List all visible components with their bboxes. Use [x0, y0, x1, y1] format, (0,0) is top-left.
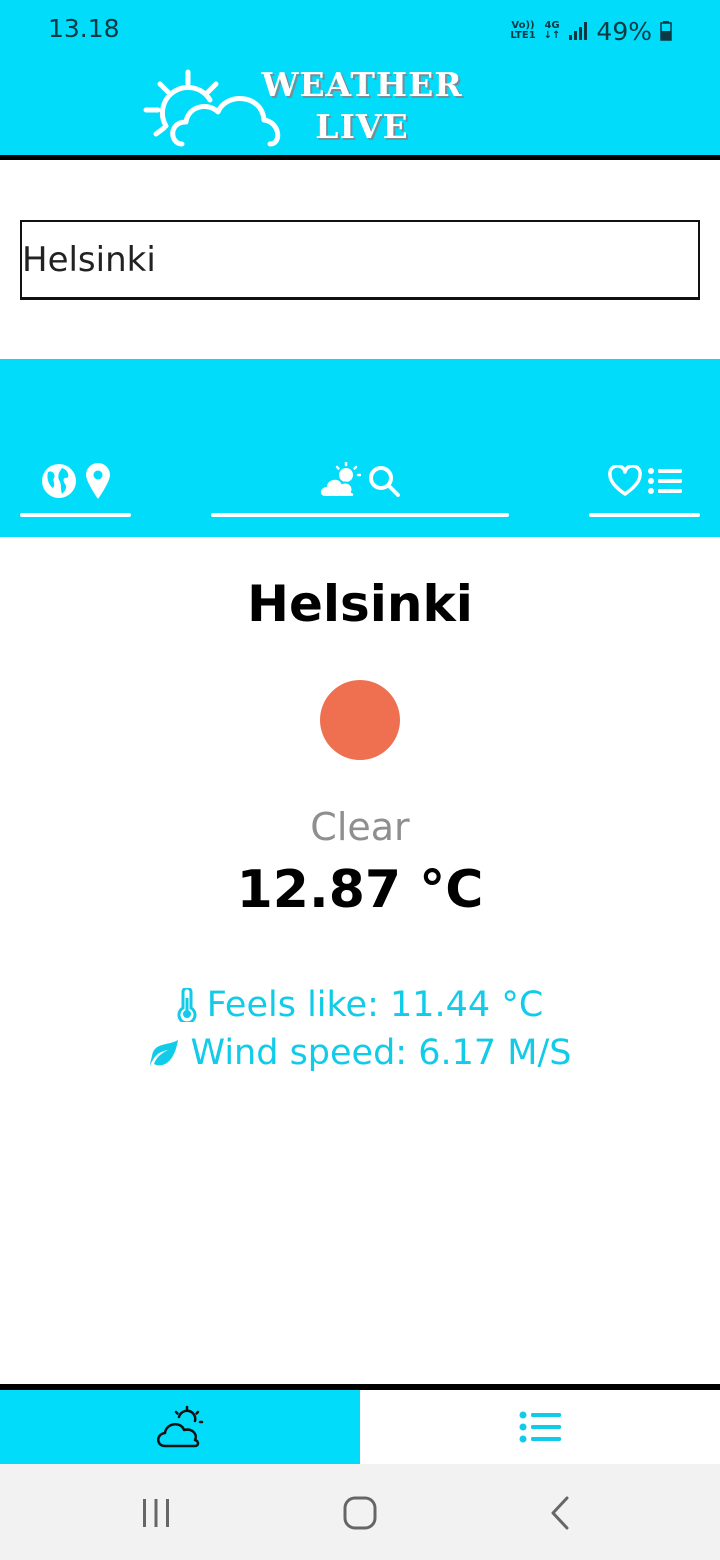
status-icons: Vo)) LTE1 4G ↓↑ 49% [510, 14, 672, 48]
feels-like-text: Feels like: 11.44 °C [206, 985, 544, 1025]
signal-icon [569, 22, 588, 40]
feels-like-row: Feels like: 11.44 °C [0, 985, 720, 1025]
cloud-sun-icon [319, 462, 361, 498]
back-button[interactable] [530, 1490, 590, 1536]
map-pin-icon [85, 463, 110, 499]
globe-icon [41, 464, 76, 498]
weather-condition-icon [320, 680, 400, 760]
wind-speed-row: Wind speed: 6.17 M/S [0, 1033, 720, 1073]
search-icon [369, 466, 400, 497]
heart-icon [607, 465, 642, 496]
tab-favorites[interactable] [589, 445, 700, 517]
weather-condition: Clear [310, 805, 410, 849]
app-logo-text: WEATHER LIVE [261, 65, 463, 146]
header-divider [0, 155, 720, 160]
tab-indicator [589, 513, 700, 517]
wind-speed-text: Wind speed: 6.17 M/S [190, 1033, 572, 1073]
list-icon [647, 468, 682, 494]
recents-icon [143, 1499, 169, 1527]
4g-icon: 4G ↓↑ [543, 20, 561, 41]
city-name: Helsinki [247, 575, 473, 633]
nav-list-button[interactable] [360, 1390, 720, 1464]
nav-weather-button[interactable] [0, 1390, 360, 1464]
home-button[interactable] [330, 1490, 390, 1536]
tab-indicator [211, 513, 509, 517]
list-icon [519, 1411, 561, 1443]
leaf-icon [150, 1040, 179, 1066]
tab-search[interactable] [211, 445, 509, 517]
battery-percent: 49% [596, 16, 652, 46]
tab-location[interactable] [20, 445, 131, 517]
battery-icon [660, 21, 672, 41]
home-icon [343, 1496, 377, 1530]
thermometer-icon [177, 988, 197, 1022]
back-icon [551, 1496, 569, 1530]
recents-button[interactable] [126, 1490, 186, 1536]
volte-icon: Vo)) LTE1 [510, 20, 536, 41]
cloud-sun-icon [157, 1405, 204, 1448]
temperature: 12.87 °C [236, 860, 484, 920]
tab-indicator [20, 513, 131, 517]
city-search-input[interactable] [20, 220, 700, 300]
status-time: 13.18 [48, 14, 120, 43]
